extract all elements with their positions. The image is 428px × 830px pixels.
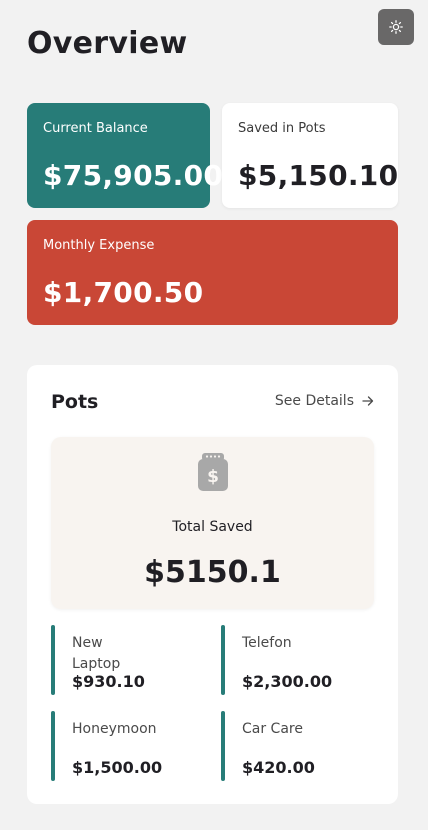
current-balance-value: $75,905.00 — [43, 159, 224, 192]
monthly-expense-value: $1,700.50 — [43, 276, 204, 309]
pot-color-bar — [51, 711, 55, 781]
saved-in-pots-card: Saved in Pots $5,150.10 — [222, 103, 398, 208]
page-title: Overview — [27, 26, 188, 61]
see-details-label: See Details — [274, 393, 354, 409]
pot-name: Telefon — [242, 635, 292, 651]
monthly-expense-card: Monthly Expense $1,700.50 — [27, 220, 398, 325]
total-saved-label: Total Saved — [172, 519, 253, 535]
pot-amount: $1,500.00 — [72, 758, 163, 777]
pot-color-bar — [221, 625, 225, 695]
svg-text:$: $ — [207, 467, 219, 487]
total-saved-box: $ Total Saved $5150.1 — [51, 437, 374, 609]
see-details-link[interactable]: See Details — [275, 393, 374, 409]
pot-color-bar — [221, 711, 225, 781]
theme-toggle-button[interactable] — [378, 9, 414, 45]
pot-item-telefon[interactable]: Telefon $2,300.00 — [221, 625, 371, 695]
pot-item-honeymoon[interactable]: Honeymoon $1,500.00 — [51, 711, 201, 781]
pots-title: Pots — [51, 391, 99, 413]
pots-panel: Pots See Details $ Total Saved $5150.1 N… — [27, 365, 398, 804]
current-balance-card: Current Balance $75,905.00 — [27, 103, 223, 208]
pot-color-bar — [51, 625, 55, 695]
pot-name: New Laptop — [72, 635, 121, 672]
sun-icon — [389, 20, 403, 34]
saved-in-pots-label: Saved in Pots — [238, 121, 326, 136]
pot-name: Car Care — [242, 721, 303, 737]
pot-amount: $2,300.00 — [242, 672, 333, 691]
pot-item-new-laptop[interactable]: New Laptop $930.10 — [51, 625, 201, 695]
pot-amount: $930.10 — [72, 672, 145, 691]
monthly-expense-label: Monthly Expense — [43, 238, 155, 253]
pot-item-car-care[interactable]: Car Care $420.00 — [221, 711, 371, 781]
current-balance-label: Current Balance — [43, 121, 148, 136]
total-saved-value: $5150.1 — [144, 555, 281, 590]
pot-amount: $420.00 — [242, 758, 315, 777]
pot-name: Honeymoon — [72, 721, 157, 737]
saved-in-pots-value: $5,150.10 — [238, 159, 399, 192]
arrow-right-icon — [362, 396, 374, 406]
money-jar-icon: $ — [198, 453, 228, 491]
